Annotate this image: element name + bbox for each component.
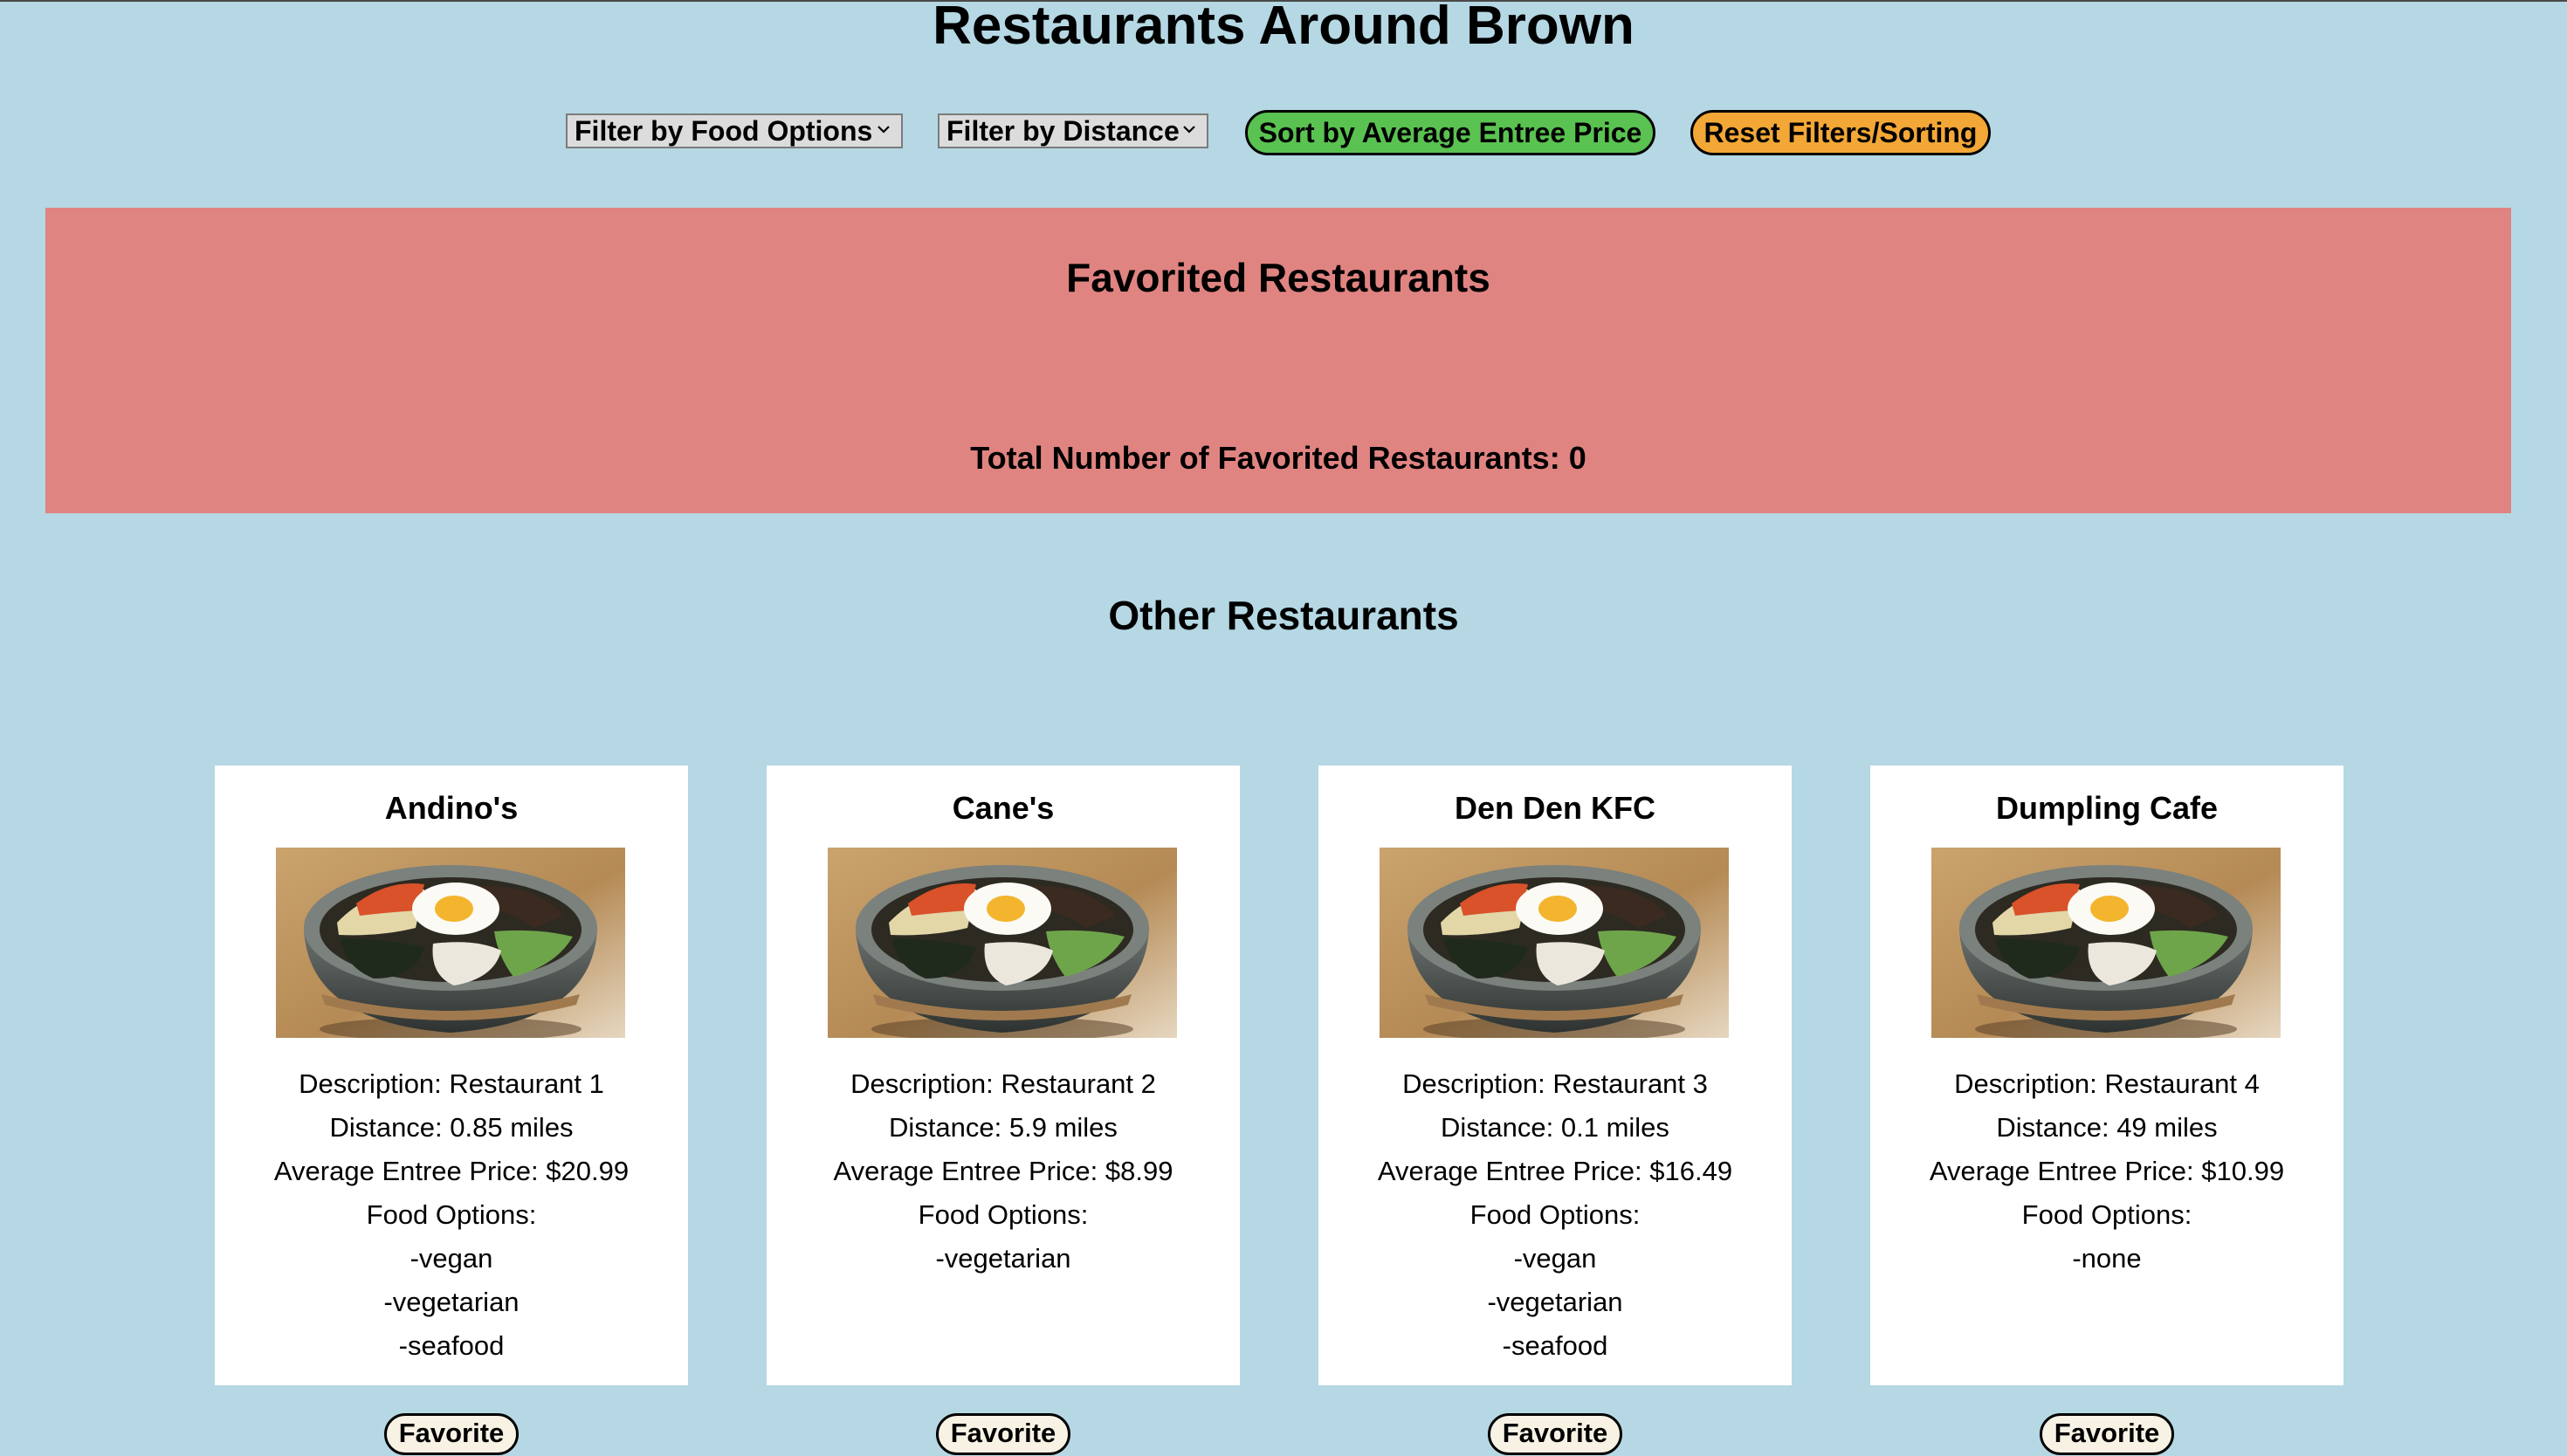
bibimbap-photo	[1931, 848, 2281, 1038]
restaurant-image	[276, 848, 625, 1038]
food-option-item: -vegetarian	[1487, 1287, 1623, 1317]
restaurant-average-price: Average Entree Price: $10.99	[1929, 1156, 2285, 1186]
favorited-total-count: Total Number of Favorited Restaurants: 0	[970, 440, 1586, 476]
chevron-down-icon	[1183, 126, 1195, 134]
food-option-item: -seafood	[1502, 1330, 1608, 1361]
distance-filter-label: Filter by Distance	[946, 115, 1180, 147]
restaurant-description: Description: Restaurant 3	[1402, 1068, 1708, 1099]
restaurant-distance: Distance: 49 miles	[1996, 1112, 2218, 1143]
restaurant-distance: Distance: 0.85 miles	[329, 1112, 574, 1143]
food-option-item: -seafood	[398, 1330, 505, 1361]
restaurant-description: Description: Restaurant 4	[1954, 1068, 2260, 1099]
favorite-button[interactable]: Favorite	[2040, 1413, 2174, 1455]
restaurant-description: Description: Restaurant 2	[850, 1068, 1156, 1099]
food-options-filter-label: Filter by Food Options	[575, 115, 873, 147]
food-option-item: -vegan	[409, 1243, 493, 1274]
restaurant-card: Dumpling Cafe Description: Restaurant 4D…	[1870, 766, 2343, 1385]
distance-filter-select[interactable]: Filter by Distance	[938, 113, 1208, 148]
restaurant-image	[1931, 848, 2281, 1038]
controls-bar: Filter by Food Options Filter by Distanc…	[0, 110, 2567, 155]
bibimbap-photo	[276, 848, 625, 1038]
restaurant-image	[1380, 848, 1729, 1038]
favorited-restaurants-title: Favorited Restaurants	[1066, 255, 1490, 300]
restaurant-details: Description: Restaurant 1 Distance: 0.85 …	[215, 1062, 688, 1368]
restaurant-average-price: Average Entree Price: $8.99	[833, 1156, 1173, 1186]
chevron-down-icon	[877, 126, 890, 134]
food-option-item: -none	[2072, 1243, 2142, 1274]
restaurant-name: Andino's	[384, 790, 519, 826]
restaurant-food-options-label: Food Options:	[1469, 1199, 1641, 1230]
restaurant-name: Dumpling Cafe	[1995, 790, 2218, 826]
restaurant-distance: Distance: 5.9 miles	[889, 1112, 1118, 1143]
food-option-item: -vegetarian	[383, 1287, 520, 1317]
food-option-item: -vegetarian	[935, 1243, 1071, 1274]
restaurant-food-options-label: Food Options:	[918, 1199, 1089, 1230]
restaurant-details: Description: Restaurant 4 Distance: 49 mi…	[1870, 1062, 2343, 1281]
restaurant-name: Cane's	[952, 790, 1055, 826]
restaurant-average-price: Average Entree Price: $20.99	[273, 1156, 630, 1186]
bibimbap-photo	[828, 848, 1177, 1038]
other-restaurants-title: Other Restaurants	[1108, 593, 1459, 638]
restaurant-name: Den Den KFC	[1454, 790, 1655, 826]
favorited-restaurants-panel: Favorited Restaurants Total Number of Fa…	[45, 208, 2511, 513]
restaurant-card: Cane's Description: Restaurant 2 Distance…	[767, 766, 1240, 1385]
favorite-button[interactable]: Favorite	[1488, 1413, 1622, 1455]
restaurant-image	[828, 848, 1177, 1038]
reset-filters-button[interactable]: Reset Filters/Sorting	[1690, 110, 1991, 155]
restaurant-description: Description: Restaurant 1	[299, 1068, 604, 1099]
restaurant-food-options-label: Food Options:	[2021, 1199, 2192, 1230]
restaurant-card: Andino's Description: Restaurant 1 Distan…	[215, 766, 688, 1385]
sort-by-price-button[interactable]: Sort by Average Entree Price	[1245, 110, 1655, 155]
restaurant-details: Description: Restaurant 3 Distance: 0.1 m…	[1318, 1062, 1792, 1368]
restaurant-details: Description: Restaurant 2 Distance: 5.9 m…	[767, 1062, 1240, 1281]
restaurant-food-options-label: Food Options:	[366, 1199, 537, 1230]
restaurant-distance: Distance: 0.1 miles	[1441, 1112, 1669, 1143]
bibimbap-photo	[1380, 848, 1729, 1038]
food-options-filter-select[interactable]: Filter by Food Options	[566, 113, 903, 148]
food-option-item: -vegan	[1513, 1243, 1597, 1274]
page-title: Restaurants Around Brown	[933, 0, 1634, 56]
restaurant-average-price: Average Entree Price: $16.49	[1377, 1156, 1733, 1186]
restaurant-card: Den Den KFC Description: Restaurant 3 Dis…	[1318, 766, 1792, 1385]
favorite-button[interactable]: Favorite	[384, 1413, 519, 1455]
favorite-button[interactable]: Favorite	[936, 1413, 1070, 1455]
